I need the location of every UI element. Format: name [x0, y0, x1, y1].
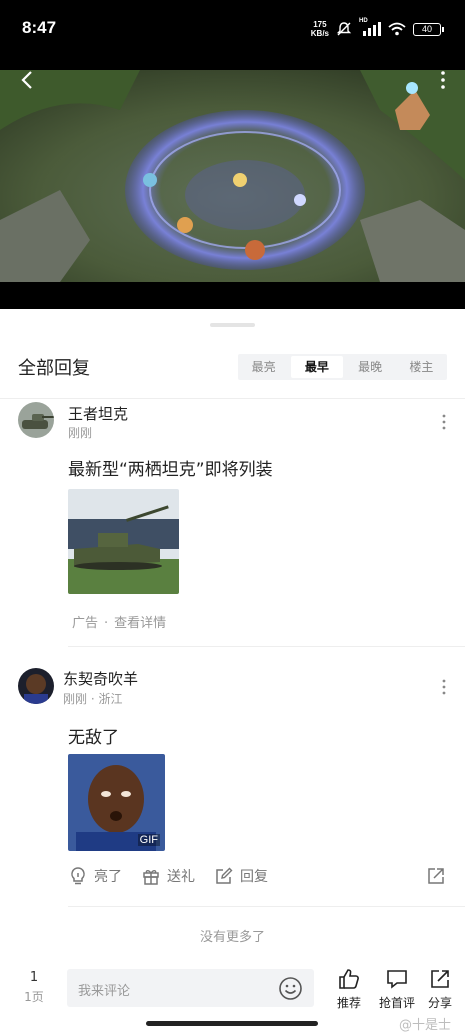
status-icons: 175 KB/s HD 40 — [311, 18, 444, 38]
recommend-button[interactable]: 推荐 — [327, 967, 371, 1011]
watermark: @十是士 — [398, 1018, 451, 1033]
share-button[interactable]: 分享 — [418, 967, 462, 1011]
home-indicator[interactable] — [146, 1021, 318, 1026]
mute-bell-icon — [336, 22, 352, 36]
avatar[interactable] — [18, 668, 54, 704]
ad-line: 广告 · 查看详情 — [72, 612, 166, 631]
comment-text: 无敌了 — [68, 728, 119, 748]
video-player[interactable] — [0, 62, 465, 309]
gift-icon — [143, 870, 159, 885]
no-more-text: 没有更多了 — [199, 930, 265, 945]
tab-earliest[interactable]: 最早 — [291, 356, 343, 378]
sheet-drag-handle[interactable] — [210, 323, 255, 327]
net-speed-unit: KB/s — [310, 29, 329, 38]
signal-icon: HD — [359, 18, 381, 36]
emoji-icon[interactable] — [278, 976, 303, 1001]
vertical-dots-icon[interactable] — [433, 66, 453, 94]
share-label: 分享 — [427, 996, 452, 1010]
ad-label: 广告 — [72, 616, 99, 631]
vertical-dots-icon[interactable] — [438, 412, 450, 432]
comment-text: 最新型“两栖坦克”即将列装 — [68, 460, 273, 480]
status-time: 8:47 — [22, 18, 57, 37]
share-external-icon[interactable] — [426, 866, 446, 886]
ad-detail-link[interactable]: 查看详情 — [114, 616, 166, 631]
vertical-dots-icon[interactable] — [438, 677, 450, 697]
comment-input-placeholder: 我来评论 — [78, 984, 131, 999]
light-label: 亮了 — [94, 869, 122, 885]
page-number: 1 — [29, 970, 39, 985]
comment-meta: 刚刚 — [68, 426, 93, 440]
username[interactable]: 王者坦克 — [68, 403, 128, 424]
edit-icon — [216, 867, 233, 884]
gift-label: 送礼 — [167, 869, 195, 885]
gif-badge: GIF — [137, 834, 160, 846]
comment-input[interactable]: 我来评论 — [67, 969, 314, 1007]
tank-photo[interactable] — [68, 489, 179, 594]
video-frame — [0, 70, 465, 282]
net-speed: 175 KB/s — [311, 20, 329, 38]
first-comment-button[interactable]: 抢首评 — [375, 967, 419, 1011]
gift-button[interactable]: 送礼 — [141, 866, 195, 886]
thumbs-up-icon — [339, 969, 359, 989]
page-indicator[interactable]: 1 1页 — [24, 970, 44, 1005]
username[interactable]: 东契奇吹羊 — [63, 668, 138, 689]
comment-meta: 刚刚 · 浙江 — [63, 692, 123, 706]
reply-button[interactable]: 回复 — [214, 866, 268, 886]
net-speed-value: 175 — [313, 20, 327, 29]
first-comment-label: 抢首评 — [378, 996, 415, 1010]
reaction-gif[interactable]: GIF — [68, 754, 165, 851]
tab-latest[interactable]: 最晚 — [345, 354, 396, 380]
comment-divider — [68, 646, 465, 647]
status-bar: 8:47 175 KB/s HD 40 — [0, 0, 465, 62]
page-label: 1页 — [24, 990, 44, 1004]
comment-sheet: 全部回复 最亮 最早 最晚 楼主 王者坦克 刚刚 最新型“两栖坦克”即将列装 广… — [0, 309, 465, 1033]
tab-brightest[interactable]: 最亮 — [238, 354, 289, 380]
lightbulb-icon — [71, 867, 85, 885]
comment-bubble-icon — [387, 970, 407, 989]
tab-op-only[interactable]: 楼主 — [396, 354, 447, 380]
section-title: 全部回复 — [18, 358, 90, 379]
comment-actions: 亮了 送礼 回复 — [68, 866, 448, 890]
ad-dot: · — [104, 616, 109, 631]
avatar[interactable] — [18, 402, 54, 438]
reply-label: 回复 — [240, 869, 268, 885]
sort-tabs: 最亮 最早 最晚 楼主 — [238, 354, 447, 380]
comment-divider — [68, 906, 465, 907]
wifi-icon — [388, 22, 406, 36]
header-divider — [0, 398, 465, 399]
recommend-label: 推荐 — [336, 996, 361, 1010]
battery-indicator: 40 — [413, 22, 444, 36]
share-icon — [431, 970, 449, 988]
chevron-left-icon[interactable] — [14, 66, 42, 94]
game-scene — [0, 70, 465, 282]
light-button[interactable]: 亮了 — [68, 866, 122, 886]
